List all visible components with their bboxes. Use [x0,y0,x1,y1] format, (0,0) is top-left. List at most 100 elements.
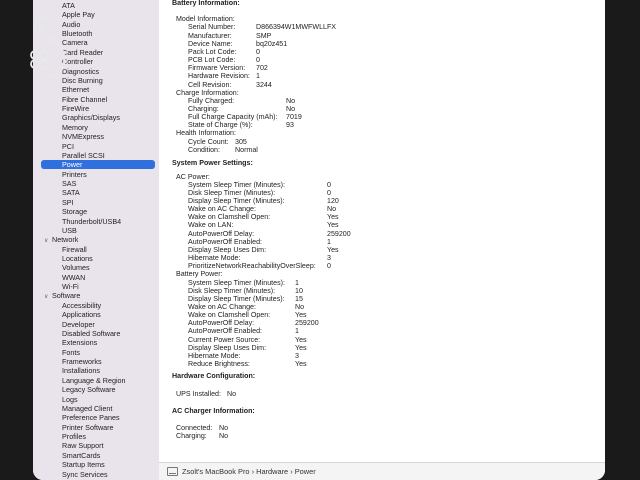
health-info-label: Condition: [188,145,220,154]
battery-power-label: Disk Sleep Timer (Minutes): [188,286,276,295]
sidebar-item-volumes[interactable]: Volumes [62,263,90,272]
sidebar-item-printers[interactable]: Printers [62,170,87,179]
breadcrumb: Zsolt's MacBook Pro › Hardware › Power [182,467,316,476]
sidebar-group-software-label[interactable]: ∨ Software [44,291,80,300]
sidebar-item-wwan[interactable]: WWAN [62,273,85,282]
ac-power-value: 1 [327,237,331,246]
chevron-down-icon[interactable]: ∨ [44,293,52,302]
sidebar-item-sas[interactable]: SAS [62,179,76,188]
sidebar-item-parallel-scsi[interactable]: Parallel SCSI [62,151,105,160]
battery-power-value: 3 [295,351,299,360]
model-info-value: 1 [256,72,260,81]
model-info-label: PCB Lot Code: [188,56,236,65]
sidebar-item-fonts[interactable]: Fonts [62,348,80,357]
sidebar-item-disabled-software[interactable]: Disabled Software [62,329,120,338]
model-info-value: 0 [256,47,260,56]
group-title-model-info: Model Information: [176,15,235,24]
model-info-label: Manufacturer: [188,31,232,40]
sidebar-item-locations[interactable]: Locations [62,254,93,263]
sidebar-item-developer[interactable]: Developer [62,320,95,329]
model-info-value: 3244 [256,80,272,89]
model-info-label: Device Name: [188,39,233,48]
sidebar-item-language-region[interactable]: Language & Region [62,376,126,385]
app-logo-icon [30,14,66,78]
sidebar-group-network-label[interactable]: ∨ Network [44,235,78,244]
ac-power-value: 259200 [327,229,351,238]
ac-power-label: Display Sleep Timer (Minutes): [188,197,285,206]
ac-power-label: AutoPowerOff Delay: [188,229,255,238]
charge-info-label: Charging: [188,104,219,113]
sidebar-item-fibre-channel[interactable]: Fibre Channel [62,95,107,104]
battery-power-value: Yes [295,360,307,369]
ac-power-label: PrioritizeNetworkReachabilityOverSleep: [188,262,316,271]
section-title-hardware-configuration: Hardware Configuration: [172,372,256,381]
sidebar-item-sata[interactable]: SATA [62,188,80,197]
ac-power-label: System Sleep Timer (Minutes): [188,180,285,189]
ac-power-label: Display Sleep Uses Dim: [188,245,267,254]
sidebar-item-wi-fi[interactable]: Wi-Fi [62,282,79,291]
ups-installed-value: No [227,390,237,399]
sidebar-item-storage[interactable]: Storage [62,207,87,216]
battery-power-value: Yes [295,311,307,320]
sidebar-item-memory[interactable]: Memory [62,123,88,132]
sidebar-item-frameworks[interactable]: Frameworks [62,357,102,366]
ac-power-label: Disk Sleep Timer (Minutes): [188,188,276,197]
sidebar-item-accessibility[interactable]: Accessibility [62,301,101,310]
sidebar-item-firewall[interactable]: Firewall [62,245,87,254]
system-information-window: ATA Apple Pay Audio Bluetooth Camera Card Rea… [33,0,605,480]
sidebar-item-sync-services[interactable]: Sync Services [62,470,108,479]
sidebar-item-pci[interactable]: PCI [62,142,74,151]
ac-power-value: No [327,205,337,214]
charge-info-value: No [286,104,296,113]
ac-charger-label: Charging: [176,431,207,440]
ac-power-value: 3 [327,254,331,263]
charge-info-label: Full Charge Capacity (mAh): [188,113,278,122]
sidebar-item-firewire[interactable]: FireWire [62,104,89,113]
sidebar-item-nvmexpress[interactable]: NVMExpress [62,132,104,141]
sidebar-item-profiles[interactable]: Profiles [62,432,86,441]
battery-power-label: Hibernate Mode: [188,351,241,360]
sidebar-item-logs[interactable]: Logs [62,395,78,404]
sidebar-item-installations[interactable]: Installations [62,366,100,375]
group-title-charge-info: Charge Information: [176,88,239,97]
battery-power-label: Wake on AC Change: [188,302,256,311]
chevron-down-icon[interactable]: ∨ [44,237,52,246]
sidebar-item-legacy-software[interactable]: Legacy Software [62,385,116,394]
sidebar-item-raw-support[interactable]: Raw Support [62,441,104,450]
ac-power-label: Wake on LAN: [188,221,234,230]
sidebar-item-preference-panes[interactable]: Preference Panes [62,413,120,422]
health-info-value: Normal [235,145,258,154]
sidebar-item-graphics-displays[interactable]: Graphics/Displays [62,113,120,122]
sidebar-item-power[interactable]: Power [62,160,82,169]
group-title-battery-power: Battery Power: [176,270,223,279]
ac-power-value: 120 [327,197,339,206]
ac-power-value: 0 [327,188,331,197]
group-title-ac-power: AC Power: [176,172,210,181]
battery-power-label: AutoPowerOff Delay: [188,319,255,328]
battery-power-value: 15 [295,294,303,303]
sidebar-item-printer-software[interactable]: Printer Software [62,423,114,432]
ac-power-value: Yes [327,245,339,254]
battery-power-label: Display Sleep Timer (Minutes): [188,294,285,303]
model-info-value: D866394W1MWFWLLFX [256,23,337,32]
health-info-value: 305 [235,137,247,146]
group-title-health-info: Health Information: [176,129,236,138]
model-info-label: Pack Lot Code: [188,47,237,56]
ac-power-value: 0 [327,262,331,271]
ac-charger-label: Connected: [176,423,213,432]
sidebar-item-smartcards[interactable]: SmartCards [62,451,100,460]
sidebar-item-ata[interactable]: ATA [62,1,75,10]
sidebar-item-usb[interactable]: USB [62,226,77,235]
charge-info-value: No [286,96,296,105]
sidebar-item-managed-client[interactable]: Managed Client [62,404,112,413]
model-info-label: Cell Revision: [188,80,232,89]
ac-power-value: Yes [327,213,339,222]
sidebar-item-ethernet[interactable]: Ethernet [62,85,89,94]
sidebar-item-spi[interactable]: SPI [62,198,74,207]
model-info-label: Serial Number: [188,23,236,32]
sidebar-item-applications[interactable]: Applications [62,310,101,319]
sidebar-item-startup-items[interactable]: Startup Items [62,460,105,469]
battery-power-value: 259200 [295,319,319,328]
sidebar-item-extensions[interactable]: Extensions [62,338,97,347]
sidebar-item-thunderbolt-usb4[interactable]: Thunderbolt/USB4 [62,217,121,226]
